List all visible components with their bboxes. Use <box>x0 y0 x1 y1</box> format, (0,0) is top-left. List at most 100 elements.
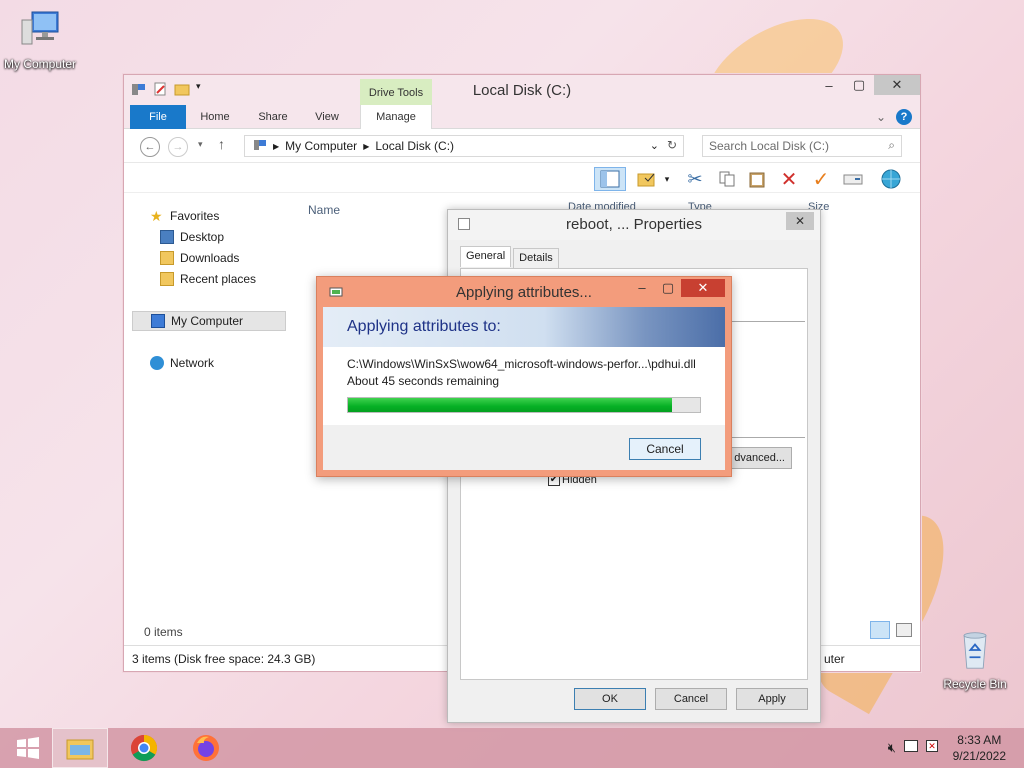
file-path: C:\Windows\WinSxS\wow64_microsoft-window… <box>347 357 696 371</box>
tab-view[interactable]: View <box>304 105 350 129</box>
firefox-icon <box>193 735 219 761</box>
computer-small-icon <box>253 138 267 155</box>
tab-share[interactable]: Share <box>248 105 298 129</box>
nav-desktop[interactable]: Desktop <box>160 230 224 244</box>
column-header-name[interactable]: Name <box>308 203 340 217</box>
maximize-button[interactable]: ▢ <box>844 75 874 95</box>
delete-icon[interactable]: ✕ <box>776 167 802 191</box>
properties-tabs: General Details <box>460 246 561 269</box>
search-placeholder: Search Local Disk (C:) <box>709 139 830 153</box>
maximize-button[interactable]: ▢ <box>655 279 681 297</box>
applying-attributes-dialog: Applying attributes... ‒ ▢ ✕ Applying at… <box>316 276 732 477</box>
nav-label: Favorites <box>170 209 220 223</box>
nav-network[interactable]: Network <box>150 356 214 370</box>
time-remaining: About 45 seconds remaining <box>347 374 500 388</box>
nav-label: My Computer <box>171 314 244 328</box>
tab-manage[interactable]: Manage <box>360 105 432 130</box>
nav-my-computer[interactable]: My Computer <box>132 311 286 331</box>
taskbar-file-explorer[interactable] <box>52 728 108 768</box>
minimize-button[interactable]: ‒ <box>629 279 655 297</box>
desktop-icon <box>160 230 174 244</box>
paste-icon[interactable] <box>744 167 770 191</box>
preview-pane-icon[interactable] <box>594 167 626 191</box>
desktop-icon-label: Recycle Bin <box>943 677 1007 691</box>
taskbar-clock[interactable]: 8:33 AM 9/21/2022 <box>953 732 1006 764</box>
help-icon[interactable]: ? <box>896 109 912 125</box>
window-controls: ‒ ▢ ✕ <box>814 75 920 95</box>
expand-ribbon-icon[interactable]: ⌄ <box>876 110 886 124</box>
clock-time: 8:33 AM <box>957 733 1002 747</box>
action-center-icon[interactable]: ✕ <box>926 740 938 752</box>
tab-file[interactable]: File <box>130 105 186 129</box>
nav-favorites[interactable]: ★ Favorites <box>150 209 219 223</box>
search-input[interactable]: Search Local Disk (C:) ⌕ <box>702 135 902 157</box>
start-button[interactable] <box>0 728 56 768</box>
rename-check-icon[interactable]: ✓ <box>808 167 834 191</box>
recent-places-icon <box>160 272 174 286</box>
taskbar: 🔇︎ ✕ 8:33 AM 9/21/2022 <box>0 728 1024 768</box>
nav-label: Downloads <box>180 251 240 265</box>
taskbar-firefox[interactable] <box>178 728 234 768</box>
tab-general[interactable]: General <box>460 246 512 267</box>
ok-button[interactable]: OK <box>574 688 646 710</box>
applying-heading: Applying attributes to: <box>347 318 501 335</box>
folder-options-dropdown[interactable]: ▾ <box>660 167 674 191</box>
cut-icon[interactable]: ✂ <box>682 167 708 191</box>
applying-details: C:\Windows\WinSxS\wow64_microsoft-window… <box>323 347 725 425</box>
desktop-icon-label: My Computer <box>3 57 77 71</box>
nav-label: Desktop <box>180 230 225 244</box>
drive-icon[interactable] <box>840 167 866 191</box>
nav-downloads[interactable]: Downloads <box>160 251 239 265</box>
network-icon <box>150 356 164 370</box>
items-count: 0 items <box>144 625 183 639</box>
breadcrumb-local-disk[interactable]: Local Disk (C:) <box>375 139 454 153</box>
desktop-icon-my-computer[interactable]: My Computer <box>0 10 80 71</box>
network-tray-icon[interactable] <box>904 740 918 752</box>
breadcrumb-separator-icon: ▶ <box>363 141 370 151</box>
recent-locations-dropdown[interactable]: ▾ <box>198 139 203 150</box>
globe-icon[interactable] <box>878 167 904 191</box>
minimize-button[interactable]: ‒ <box>814 75 844 95</box>
recycle-bin-icon <box>963 632 987 669</box>
ribbon-tabs: File Home Share View Manage ⌄ ? <box>124 105 920 130</box>
address-row: ← → ▾ ↑ ▶ My Computer ▶ Local Disk (C:) … <box>124 129 920 163</box>
properties-close-button[interactable]: ✕ <box>786 212 814 230</box>
cancel-button[interactable]: Cancel <box>629 438 701 460</box>
details-view-icon[interactable] <box>870 621 890 639</box>
back-button[interactable]: ← <box>140 137 160 157</box>
folder-options-icon[interactable] <box>634 167 660 191</box>
up-button[interactable]: ↑ <box>218 136 225 152</box>
status-text: 3 items (Disk free space: 24.3 GB) <box>132 652 316 666</box>
applying-banner: Applying attributes to: <box>323 307 725 347</box>
properties-titlebar[interactable]: reboot, ... Properties ✕ <box>448 210 820 240</box>
address-bar[interactable]: ▶ My Computer ▶ Local Disk (C:) ⌄ ↻ <box>244 135 684 157</box>
tab-details[interactable]: Details <box>513 248 559 269</box>
copy-icon[interactable] <box>714 167 740 191</box>
desktop-icon-recycle-bin[interactable]: Recycle Bin <box>935 630 1015 691</box>
forward-button[interactable]: → <box>168 137 188 157</box>
computer-small-icon <box>151 314 165 328</box>
breadcrumb-my-computer[interactable]: My Computer <box>285 139 357 153</box>
status-text-right: uter <box>824 652 845 666</box>
tab-home[interactable]: Home <box>192 105 238 129</box>
cancel-button[interactable]: Cancel <box>655 688 727 710</box>
explorer-titlebar[interactable]: ▾ Drive Tools Local Disk (C:) ‒ ▢ ✕ <box>124 75 920 105</box>
address-dropdown-icon[interactable]: ⌄ <box>650 139 659 152</box>
close-button[interactable]: ✕ <box>681 279 725 297</box>
apply-button[interactable]: Apply <box>736 688 808 710</box>
close-button[interactable]: ✕ <box>874 75 920 95</box>
large-icons-view-icon[interactable] <box>896 623 912 637</box>
volume-muted-icon[interactable]: 🔇︎ <box>888 740 896 756</box>
properties-title: reboot, ... Properties <box>566 216 702 233</box>
ribbon-help-area: ⌄ ? <box>876 109 912 125</box>
custom-toolbar: ▾ ✂ ✕ ✓ <box>124 163 920 193</box>
advanced-button[interactable]: dvanced... <box>722 447 792 469</box>
applying-titlebar[interactable]: Applying attributes... ‒ ▢ ✕ <box>317 277 731 307</box>
progress-bar <box>347 397 701 413</box>
taskbar-chrome[interactable] <box>116 728 172 768</box>
computer-icon <box>21 11 59 45</box>
divider <box>731 437 805 438</box>
clock-date: 9/21/2022 <box>952 749 1006 763</box>
refresh-icon[interactable]: ↻ <box>667 138 677 152</box>
nav-recent-places[interactable]: Recent places <box>160 272 256 286</box>
